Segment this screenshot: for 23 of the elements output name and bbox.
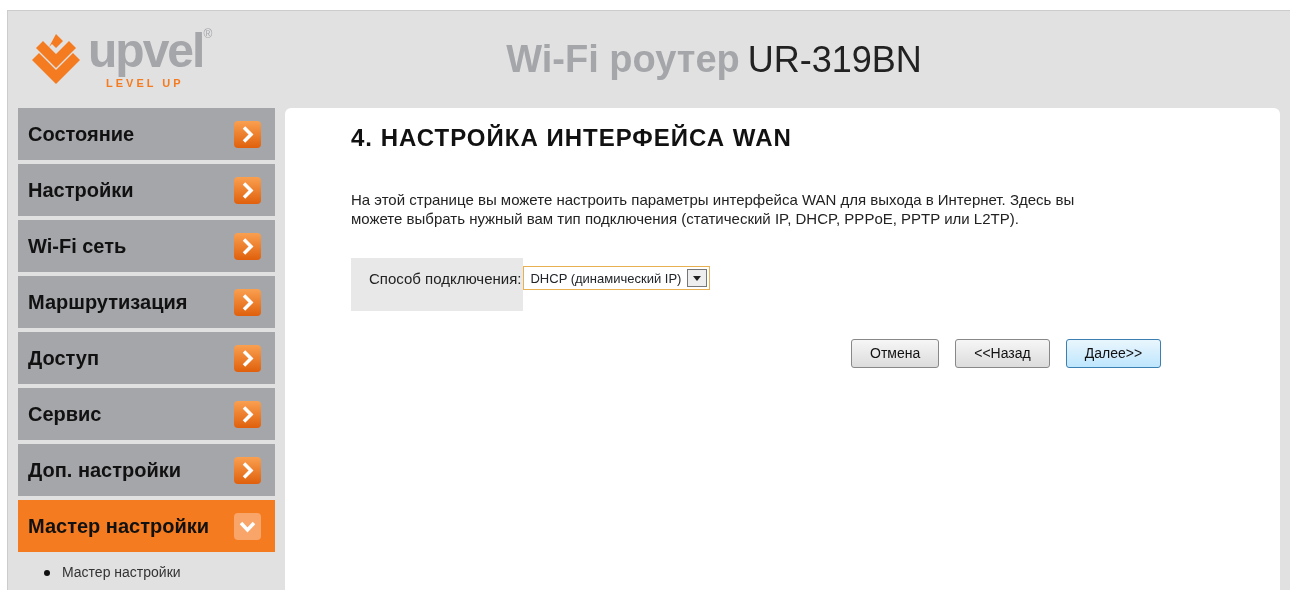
connection-type-select[interactable]: DHCP (динамический IP)	[523, 266, 711, 291]
page-description: На этой странице вы можете настроить параметры интерфейса WAN для выхода в Интернет. Здесь вы можете выбрать нужный вам тип подключения (статический IP, DHCP, PPPoE, PPTP или L2TP).	[351, 190, 1076, 229]
wizard-button[interactable]: Далее>>	[1065, 338, 1162, 368]
logo-text: upvel	[88, 27, 204, 76]
model-title: UR-319BN	[747, 38, 922, 82]
menu-item[interactable]: Доп. настройки	[18, 444, 275, 496]
menu-item[interactable]: Сервис	[18, 388, 275, 440]
menu-item[interactable]: Настройки	[18, 164, 275, 216]
caret-icon	[693, 275, 702, 281]
menu-item[interactable]: Маршрутизация	[18, 276, 275, 328]
registered-mark: ®	[203, 26, 213, 42]
bullet-icon	[44, 569, 50, 576]
menu-item[interactable]: Wi-Fi сеть	[18, 220, 275, 272]
page-title: 4. НАСТРОЙКА ИНТЕРФЕЙСА WAN	[351, 124, 793, 153]
menu-item[interactable]: Состояние	[18, 108, 275, 160]
wizard-button[interactable]: <<Назад	[955, 338, 1050, 368]
field-label: Способ подключения:	[351, 258, 524, 311]
wizard-button[interactable]: Отмена	[851, 338, 940, 368]
logo-tagline: LEVEL UP	[106, 77, 185, 92]
product-title: Wi-Fi роутер	[506, 37, 740, 82]
menu-item[interactable]: Доступ	[18, 332, 275, 384]
submenu-item[interactable]: Мастер настройки	[18, 556, 181, 583]
menu-item[interactable]: Мастер настройки	[18, 500, 275, 552]
